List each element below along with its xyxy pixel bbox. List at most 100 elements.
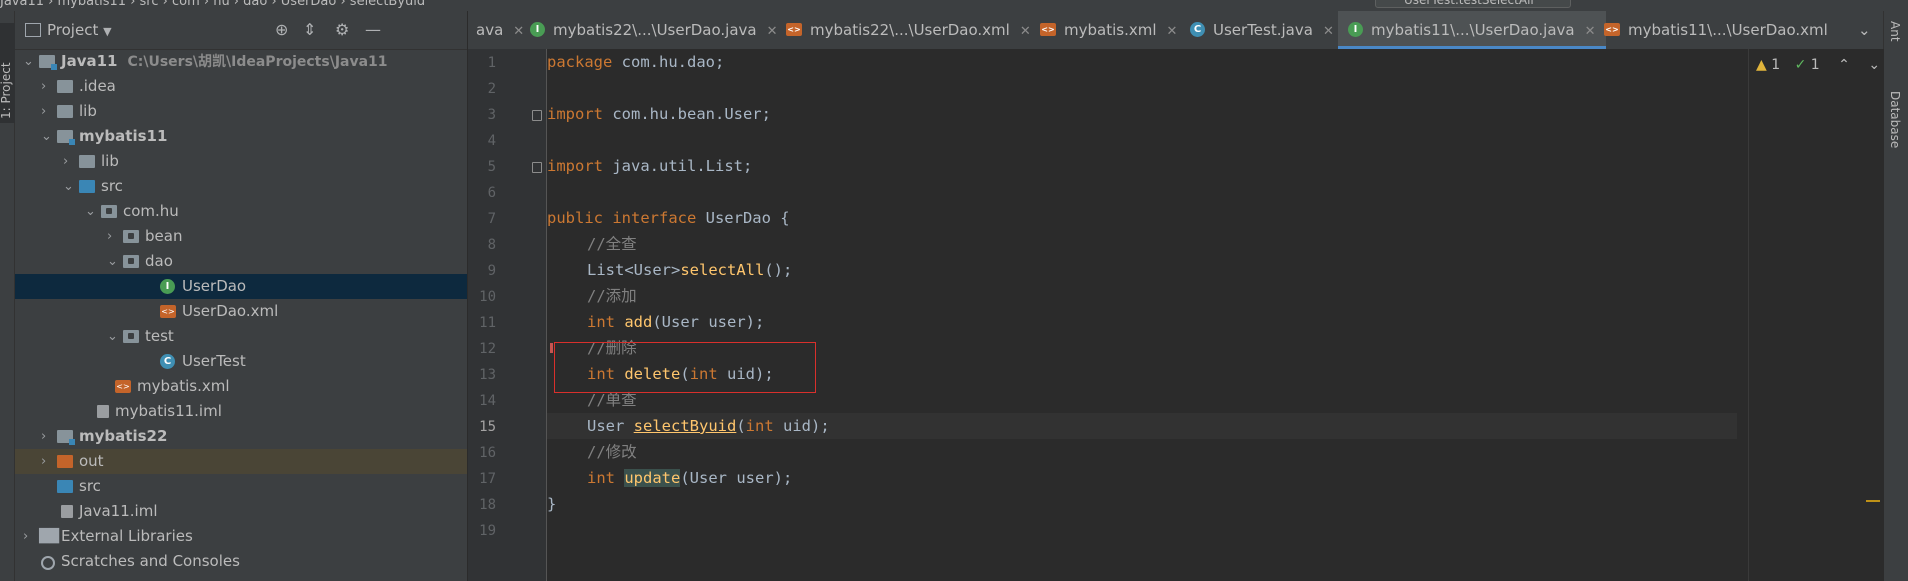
folder-icon [57,105,73,118]
tree-item-mybatis22[interactable]: › mybatis22 [15,424,467,449]
tree-item-userdao-xml[interactable]: <> UserDao.xml [15,299,467,324]
line-number[interactable]: 15 [468,414,496,440]
close-icon[interactable]: ✕ [1167,24,1178,39]
chevron-right-icon[interactable]: › [41,74,46,99]
iml-file-icon [97,405,109,418]
line-number[interactable]: 1 [468,50,496,76]
tree-item-mybatis-xml[interactable]: <> mybatis.xml [15,374,467,399]
folder-icon [79,155,95,168]
line-number[interactable]: 5 [468,154,496,180]
chevron-down-icon[interactable]: ⌄ [107,249,118,274]
run-configuration-selector[interactable]: UserTest.testSelectAll [1375,0,1571,8]
tree-item-scratches[interactable]: Scratches and Consoles [15,549,467,574]
line-number[interactable]: 18 [468,492,496,518]
tree-item-label: bean [145,227,183,245]
hide-icon[interactable]: — [365,20,381,39]
tree-item-dao[interactable]: ⌄ dao [15,249,467,274]
next-highlight-icon[interactable]: ⌄ [1868,57,1880,73]
close-icon[interactable]: ✕ [513,24,524,39]
line-number[interactable]: 9 [468,258,496,284]
tree-item-bean[interactable]: › bean [15,224,467,249]
line-number[interactable]: 11 [468,310,496,336]
module-folder-icon [57,430,75,445]
project-tool-window-button[interactable]: 1: Project [0,23,16,123]
source-folder-icon [79,180,95,193]
package-icon [123,230,139,243]
tab-mybatis22-userdao-xml[interactable]: <> mybatis22\...\UserDao.xml ✕ [786,11,1031,49]
collapse-all-icon[interactable]: ⇕ [303,20,316,39]
chevron-down-icon[interactable]: ⌄ [85,199,96,224]
project-panel-header: Project ▼ ⊕ ⇕ ⚙ — [15,11,467,50]
tree-item-root-src[interactable]: src [15,474,467,499]
line-number[interactable]: 16 [468,440,496,466]
project-title: Project [47,21,99,39]
chevron-right-icon[interactable]: › [63,149,68,174]
line-number[interactable]: 4 [468,128,496,154]
tree-item-usertest[interactable]: C UserTest [15,349,467,374]
chevron-down-icon[interactable]: ⌄ [41,124,52,149]
tab-usertest-java[interactable]: C UserTest.java ✕ [1190,11,1334,49]
chevron-down-icon[interactable]: ⌄ [107,324,118,349]
tab-mybatis-xml[interactable]: <> mybatis.xml ✕ [1040,11,1177,49]
tree-item-mybatis11-lib[interactable]: › lib [15,149,467,174]
ant-tool-window-button[interactable]: Ant [1888,21,1902,42]
fold-icon[interactable] [532,110,542,121]
tree-item-test[interactable]: ⌄ test [15,324,467,349]
chevron-right-icon[interactable]: › [23,524,28,549]
chevron-right-icon[interactable]: › [107,224,112,249]
tree-item-mybatis11[interactable]: ⌄ mybatis11 [15,124,467,149]
close-icon[interactable]: ✕ [767,24,778,39]
line-number[interactable]: 2 [468,76,496,102]
database-tool-window-button[interactable]: Database [1888,91,1902,148]
inspection-widget[interactable]: ▲ 1 ✓ 1 ⌃ ⌄ [1756,53,1880,77]
tree-item-userdao[interactable]: I UserDao [15,274,467,299]
line-number[interactable]: 7 [468,206,496,232]
line-number[interactable]: 8 [468,232,496,258]
tab-label: mybatis11\...\UserDao.java [1371,21,1575,39]
tab-list-button[interactable]: ⌄ [1858,11,1871,49]
chevron-down-icon[interactable]: ⌄ [63,174,74,199]
tree-item-idea[interactable]: › .idea [15,74,467,99]
line-number[interactable]: 17 [468,466,496,492]
tree-item-label: UserDao [182,277,247,295]
tree-item-java11-iml[interactable]: Java11.iml [15,499,467,524]
tree-item-out[interactable]: › out [15,449,467,474]
fold-icon[interactable] [532,162,542,173]
code-comment: //全查 [587,235,637,253]
chevron-down-icon[interactable]: ⌄ [23,49,34,74]
error-stripe-marker[interactable] [1866,500,1880,502]
breadcrumb[interactable]: Java11 › mybatis11 › src › com › hu › da… [0,0,425,9]
chevron-down-icon: ⌄ [1858,21,1871,39]
tab-mybatis11-userdao-java[interactable]: Imybatis11\...\UserDao.java ✕ [1338,11,1606,49]
tree-item-mybatis11-iml[interactable]: mybatis11.iml [15,399,467,424]
line-number[interactable]: 12 [468,336,496,362]
line-number[interactable]: 13 [468,362,496,388]
project-view-selector[interactable]: Project ▼ [25,21,112,39]
tab-mybatis11-userdao-xml[interactable]: <> mybatis11\...\UserDao.xml [1604,11,1828,49]
line-number[interactable]: 3 [468,102,496,128]
tree-item-java11[interactable]: ⌄ Java11 C:\Users\胡凯\IdeaProjects\Java11 [15,49,467,74]
tab-java-partial[interactable]: ava ✕ [476,11,524,49]
line-number[interactable]: 14 [468,388,496,414]
gear-icon[interactable]: ⚙ [335,20,349,39]
tab-mybatis22-userdao-java[interactable]: Imybatis22\...\UserDao.java ✕ [530,11,778,49]
previous-highlight-icon[interactable]: ⌃ [1838,57,1850,73]
tree-item-lib[interactable]: › lib [15,99,467,124]
chevron-right-icon[interactable]: › [41,424,46,449]
line-number[interactable]: 10 [468,284,496,310]
line-number[interactable]: 6 [468,180,496,206]
code-editor[interactable]: package com.hu.dao; import com.hu.bean.U… [547,49,1884,581]
line-number[interactable]: 19 [468,518,496,544]
navigation-bar: Java11 › mybatis11 › src › com › hu › da… [0,0,1908,11]
database-label: Database [1888,91,1902,149]
chevron-right-icon[interactable]: › [41,99,46,124]
close-icon[interactable]: ✕ [1585,24,1596,39]
locate-icon[interactable]: ⊕ [275,20,288,39]
close-icon[interactable]: ✕ [1323,24,1334,39]
close-icon[interactable]: ✕ [1020,24,1031,39]
code-line-3: import com.hu.bean.User; [547,105,771,123]
tree-item-src[interactable]: ⌄ src [15,174,467,199]
tree-item-external-libraries[interactable]: › ██ External Libraries [15,524,467,549]
tree-item-com-hu[interactable]: ⌄ com.hu [15,199,467,224]
chevron-right-icon[interactable]: › [41,449,46,474]
